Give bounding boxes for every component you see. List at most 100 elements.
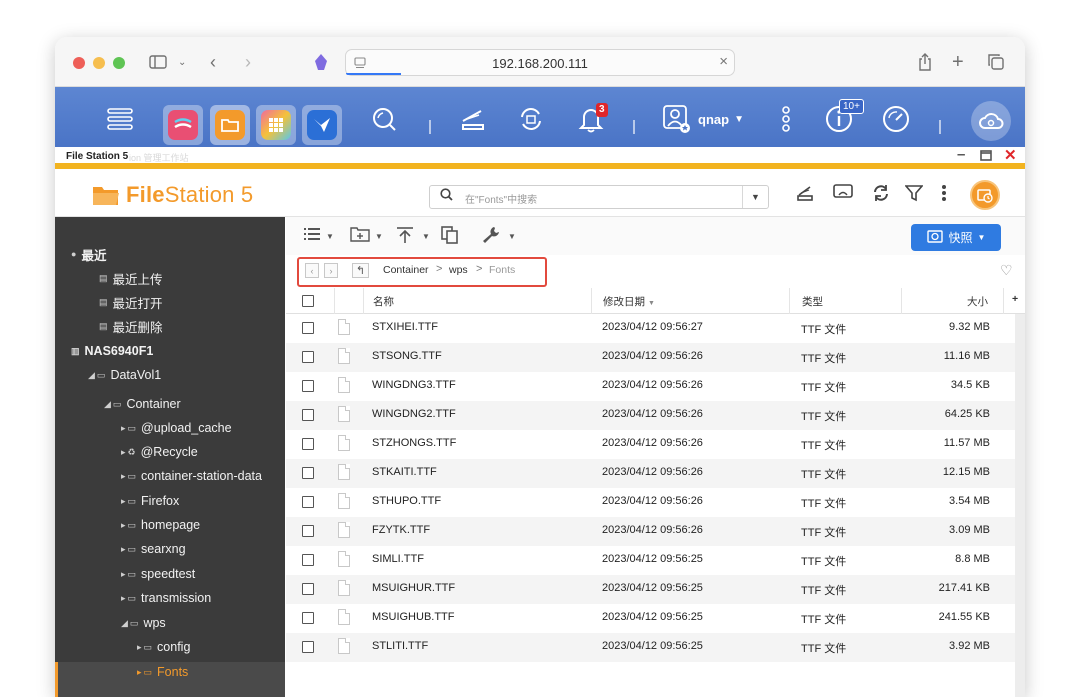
file-name[interactable]: WINGDNG2.TTF [372, 408, 456, 420]
more-vertical-icon[interactable] [941, 184, 947, 207]
app-tile-qsync[interactable] [302, 105, 342, 145]
search-options-dropdown[interactable]: ▼ [742, 186, 768, 208]
tree-folder-config[interactable]: ▸ ▭ config [137, 637, 190, 657]
address-bar[interactable]: 192.168.200.111 × [345, 49, 735, 76]
table-row[interactable]: STLITI.TTF 2023/04/12 09:56:25 TTF 文件 3.92 … [286, 633, 1025, 662]
nav-back-button[interactable]: ‹ [305, 263, 319, 278]
favorite-heart-icon[interactable]: ♡ [1000, 262, 1013, 279]
row-checkbox[interactable] [302, 496, 314, 508]
row-checkbox[interactable] [302, 322, 314, 334]
background-tasks-icon[interactable] [455, 101, 491, 137]
close-icon[interactable]: ✕ [1004, 146, 1017, 164]
minimize-window-button[interactable] [93, 57, 105, 69]
file-name[interactable]: STXIHEI.TTF [372, 321, 438, 333]
tree-recent-upload[interactable]: ▤ 最近上传 [99, 268, 163, 288]
chevron-down-icon[interactable]: ▼ [375, 232, 383, 241]
back-icon[interactable]: ‹ [210, 50, 216, 74]
file-name[interactable]: SIMLI.TTF [372, 553, 424, 565]
sidebar-toggle-icon[interactable] [148, 50, 168, 74]
search-icon[interactable] [366, 101, 402, 137]
user-avatar[interactable] [970, 180, 1000, 210]
tree-recent[interactable]: ● 最近 [71, 244, 106, 264]
tools-icon[interactable] [482, 226, 500, 249]
row-checkbox[interactable] [302, 525, 314, 537]
extension-icon[interactable] [313, 50, 329, 74]
app-tile-file-station[interactable] [210, 105, 250, 145]
minimize-icon[interactable]: – [957, 146, 965, 163]
row-checkbox[interactable] [302, 612, 314, 624]
tree-recent-delete[interactable]: ▤ 最近删除 [99, 316, 163, 336]
table-row[interactable]: WINGDNG2.TTF 2023/04/12 09:56:26 TTF 文件 64.… [286, 401, 1025, 430]
table-row[interactable]: SIMLI.TTF 2023/04/12 09:56:25 TTF 文件 8.8 MB… [286, 546, 1025, 575]
stop-icon[interactable]: × [719, 53, 728, 70]
table-row[interactable]: STSONG.TTF 2023/04/12 09:56:26 TTF 文件 11.16… [286, 343, 1025, 372]
add-column-icon[interactable]: + [1012, 293, 1018, 305]
tree-folder[interactable]: ▸ ▭ container-station-data [121, 466, 262, 486]
file-name[interactable]: STLITI.TTF [372, 640, 428, 652]
app-tile-app-center[interactable] [256, 105, 296, 145]
file-name[interactable]: STZHONGS.TTF [372, 437, 456, 449]
tree-folder[interactable]: ▸ ▭ transmission [121, 588, 211, 608]
cloud-icon[interactable] [971, 101, 1011, 141]
row-checkbox[interactable] [302, 467, 314, 479]
list-view-icon[interactable] [304, 226, 320, 246]
table-row[interactable]: MSUIGHUB.TTF 2023/04/12 09:56:25 TTF 文件 241… [286, 604, 1025, 633]
table-row[interactable]: STZHONGS.TTF 2023/04/12 09:56:26 TTF 文件 11.… [286, 430, 1025, 459]
file-name[interactable]: STHUPO.TTF [372, 495, 441, 507]
tree-folder[interactable]: ▸ ▭ searxng [121, 539, 186, 559]
resource-monitor-icon[interactable] [878, 101, 914, 137]
chevron-down-icon[interactable]: ▼ [326, 232, 334, 241]
table-row[interactable]: MSUIGHUR.TTF 2023/04/12 09:56:25 TTF 文件 217… [286, 575, 1025, 604]
chevron-down-icon[interactable]: ⌄ [178, 50, 186, 74]
file-name[interactable]: WINGDNG3.TTF [372, 379, 456, 391]
tree-container[interactable]: ◢ ▭ Container [104, 394, 181, 414]
app-tile-qts[interactable] [163, 105, 203, 145]
close-window-button[interactable] [73, 57, 85, 69]
row-checkbox[interactable] [302, 641, 314, 653]
upload-icon[interactable] [396, 226, 414, 249]
table-row[interactable]: STHUPO.TTF 2023/04/12 09:56:26 TTF 文件 3.54 … [286, 488, 1025, 517]
column-header-modified[interactable]: 修改日期 ▼ [603, 294, 655, 309]
vertical-scrollbar[interactable] [1015, 314, 1025, 697]
file-name[interactable]: STSONG.TTF [372, 350, 442, 362]
column-header-name[interactable]: 名称 [373, 294, 394, 309]
sync-icon[interactable] [513, 101, 549, 137]
tree-recent-open[interactable]: ▤ 最近打开 [99, 292, 163, 312]
tree-folder[interactable]: ▸ ▭ @upload_cache [121, 418, 232, 438]
row-checkbox[interactable] [302, 583, 314, 595]
new-tab-icon[interactable]: + [952, 50, 964, 74]
new-folder-icon[interactable] [350, 226, 370, 247]
maximize-icon[interactable] [980, 148, 992, 165]
column-header-type[interactable]: 类型 [802, 294, 823, 309]
tree-folder[interactable]: ▸ ▭ speedtest [121, 564, 195, 584]
nav-forward-button[interactable]: › [324, 263, 338, 278]
search-field[interactable]: 在"Fonts"中搜索 ▼ [429, 185, 769, 209]
tree-folder[interactable]: ▸ ▭ Firefox [121, 491, 179, 511]
row-checkbox[interactable] [302, 554, 314, 566]
breadcrumb-wps[interactable]: wps [449, 264, 468, 276]
row-checkbox[interactable] [302, 409, 314, 421]
select-all-checkbox[interactable] [302, 295, 314, 307]
media-stream-icon[interactable] [833, 184, 853, 205]
snapshot-button[interactable]: 快照 ▼ [911, 224, 1001, 251]
tree-folder-wps[interactable]: ◢ ▭ wps [121, 613, 166, 633]
copy-icon[interactable] [441, 226, 459, 249]
breadcrumb-container[interactable]: Container [383, 264, 429, 276]
row-checkbox[interactable] [302, 351, 314, 363]
tree-datavol[interactable]: ◢ ▭ DataVol1 [88, 365, 161, 385]
parent-folder-button[interactable]: ↰ [352, 263, 369, 278]
tabs-overview-icon[interactable] [987, 50, 1005, 74]
file-name[interactable]: MSUIGHUB.TTF [372, 611, 455, 623]
table-row[interactable]: STXIHEI.TTF 2023/04/12 09:56:27 TTF 文件 9.32… [286, 314, 1025, 343]
table-row[interactable]: WINGDNG3.TTF 2023/04/12 09:56:26 TTF 文件 34.… [286, 372, 1025, 401]
chevron-down-icon[interactable]: ▼ [422, 232, 430, 241]
chevron-down-icon[interactable]: ▼ [508, 232, 516, 241]
remote-mount-icon[interactable] [796, 184, 814, 207]
tree-folder[interactable]: ▸ ♻ @Recycle [121, 442, 198, 462]
filter-icon[interactable] [904, 184, 924, 207]
tree-folder[interactable]: ▸ ▭ homepage [121, 515, 200, 535]
tree-folder-fonts[interactable]: ▸ ▭ Fonts [137, 662, 188, 682]
row-checkbox[interactable] [302, 380, 314, 392]
user-menu[interactable]: qnap ▼ [662, 101, 762, 137]
zoom-window-button[interactable] [113, 57, 125, 69]
